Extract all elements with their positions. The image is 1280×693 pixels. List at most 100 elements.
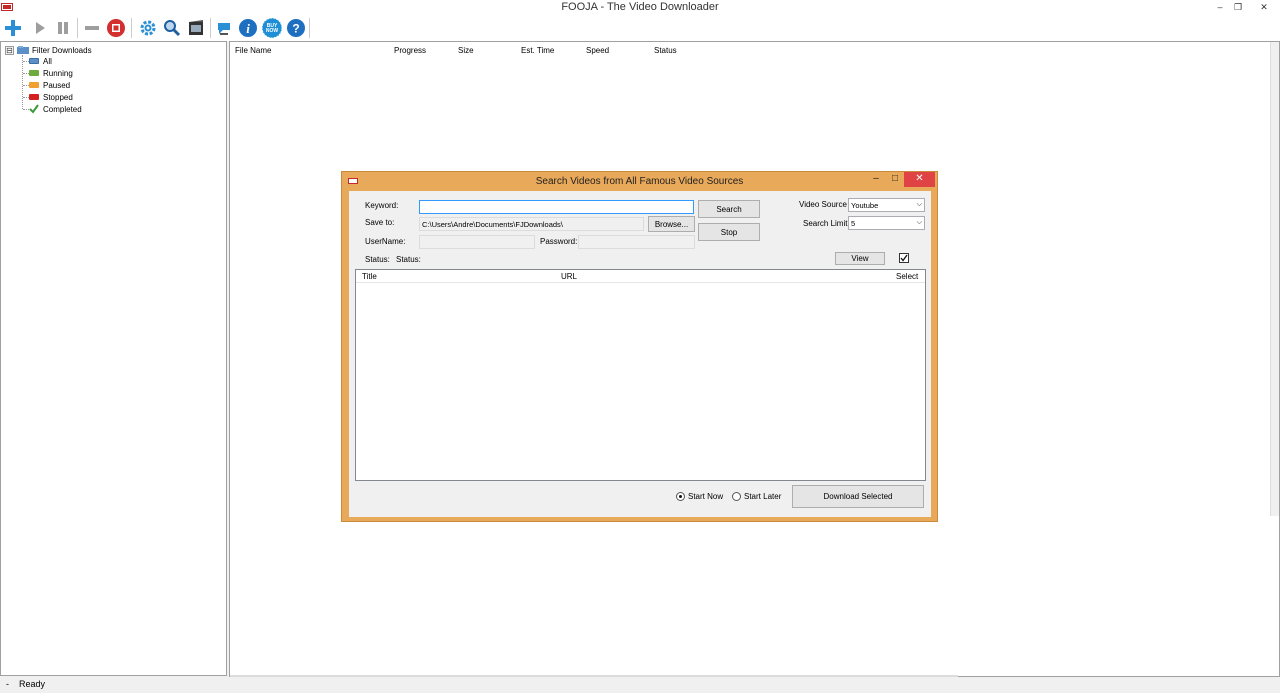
feedback-button[interactable] <box>213 17 235 39</box>
help-icon: ? <box>287 19 305 37</box>
network-folder-icon <box>17 45 29 54</box>
stopped-icon <box>29 94 39 100</box>
tree-item-label: Running <box>43 68 73 78</box>
svg-text:i: i <box>246 21 250 36</box>
tree-collapse-icon[interactable]: ⊟ <box>5 45 14 55</box>
window-titlebar: FOOJA - The Video Downloader – ❐ ✕ <box>0 0 1280 15</box>
start-later-radio[interactable] <box>732 492 741 501</box>
play-icon <box>36 22 45 34</box>
tree-item-completed[interactable]: Completed <box>29 103 82 115</box>
add-download-button[interactable] <box>2 17 24 39</box>
checkmark-icon <box>29 104 39 114</box>
column-header-speed[interactable]: Speed <box>586 46 609 55</box>
keyword-input[interactable] <box>419 200 694 214</box>
settings-button[interactable] <box>137 17 159 39</box>
username-field[interactable] <box>419 235 535 249</box>
pause-icon <box>58 22 68 34</box>
gear-icon <box>140 20 156 36</box>
tree-item-running[interactable]: Running <box>29 67 73 79</box>
toolbar-separator <box>131 18 132 38</box>
header-divider <box>356 282 925 283</box>
save-to-field: C:\Users\Andre\Documents\FJDownloads\ <box>419 217 644 231</box>
column-header-select[interactable]: Select <box>896 272 918 281</box>
dialog-body: Keyword: Save to: C:\Users\Andre\Documen… <box>349 191 931 517</box>
about-button[interactable]: i <box>237 17 259 39</box>
tree-item-all[interactable]: All <box>29 55 52 67</box>
dialog-close-button[interactable]: ✕ <box>904 172 935 187</box>
dialog-titlebar[interactable]: Search Videos from All Famous Video Sour… <box>342 172 937 191</box>
toolbar-separator <box>77 18 78 38</box>
start-now-label[interactable]: Start Now <box>688 492 723 501</box>
checkmark-icon <box>900 254 908 262</box>
magnifier-icon <box>164 20 181 37</box>
status-value: Status: <box>396 255 421 264</box>
filter-tree-panel: ⊟ Filter Downloads All Running Paused St… <box>0 41 227 676</box>
tree-item-stopped[interactable]: Stopped <box>29 91 73 103</box>
paused-icon <box>29 82 39 88</box>
download-selected-button[interactable]: Download Selected <box>792 485 924 508</box>
search-limit-value: 5 <box>851 219 856 228</box>
all-downloads-icon <box>29 58 39 64</box>
column-header-url[interactable]: URL <box>561 272 577 281</box>
film-icon <box>189 20 203 35</box>
column-header-file-name[interactable]: File Name <box>235 46 271 55</box>
view-checkbox[interactable] <box>899 253 909 263</box>
toolbar-separator <box>210 18 211 38</box>
status-label: Status: <box>365 255 390 264</box>
username-label: UserName: <box>365 237 406 246</box>
tree-root-label: Filter Downloads <box>32 45 92 55</box>
tree-connector <box>22 55 23 109</box>
close-button[interactable]: ✕ <box>1255 0 1273 14</box>
tree-item-paused[interactable]: Paused <box>29 79 70 91</box>
search-limit-label: Search Limit <box>803 219 848 228</box>
tree-item-label: Paused <box>43 80 71 90</box>
stop-button[interactable] <box>105 17 127 39</box>
tree-item-label: Completed <box>43 104 82 114</box>
view-button[interactable]: View <box>835 252 885 265</box>
chevron-down-icon: ⌵ <box>916 219 922 226</box>
search-button[interactable]: Search <box>698 200 760 218</box>
tree-item-label: All <box>43 56 52 66</box>
svg-text:NOW: NOW <box>266 28 279 34</box>
search-limit-select[interactable]: 5 ⌵ <box>848 216 925 230</box>
svg-text:?: ? <box>292 22 299 36</box>
window-title: FOOJA - The Video Downloader <box>561 1 719 13</box>
info-icon: i <box>239 19 257 37</box>
stop-icon <box>107 19 125 37</box>
vertical-scrollbar[interactable] <box>1270 42 1279 516</box>
buy-now-badge-icon: BUYNOW <box>261 17 283 39</box>
dialog-title: Search Videos from All Famous Video Sour… <box>535 176 744 187</box>
chat-icon <box>218 23 230 35</box>
help-button[interactable]: ? <box>285 17 307 39</box>
column-header-size[interactable]: Size <box>458 46 474 55</box>
buy-now-button[interactable]: BUY NOW <box>261 17 283 39</box>
running-icon <box>29 70 39 76</box>
video-source-select[interactable]: Youtube ⌵ <box>848 198 925 212</box>
toolbar-separator <box>309 18 310 38</box>
pause-button[interactable] <box>52 17 74 39</box>
dialog-minimize-button[interactable]: – <box>869 172 883 187</box>
search-videos-dialog: Search Videos from All Famous Video Sour… <box>341 171 938 522</box>
password-label: Password: <box>540 237 578 246</box>
column-header-progress[interactable]: Progress <box>394 46 426 55</box>
stop-search-button[interactable]: Stop <box>698 223 760 241</box>
password-field[interactable] <box>578 235 695 249</box>
browse-button[interactable]: Browse... <box>648 216 695 232</box>
column-header-est-time[interactable]: Est. Time <box>521 46 554 55</box>
video-source-value: Youtube <box>851 201 879 210</box>
dialog-maximize-button[interactable]: □ <box>888 172 902 187</box>
resume-button[interactable] <box>29 17 51 39</box>
remove-button[interactable] <box>81 17 103 39</box>
chevron-down-icon: ⌵ <box>916 201 922 208</box>
search-button[interactable] <box>161 17 183 39</box>
plus-icon <box>5 20 21 36</box>
restore-button[interactable]: ❐ <box>1229 0 1247 14</box>
minimize-button[interactable]: – <box>1211 0 1229 14</box>
toolbar: i BUY NOW ? <box>0 15 1280 41</box>
column-header-title[interactable]: Title <box>362 272 377 281</box>
start-now-radio[interactable] <box>676 492 685 501</box>
start-later-label[interactable]: Start Later <box>744 492 781 501</box>
search-results-list[interactable]: Title URL Select <box>355 269 926 481</box>
video-button[interactable] <box>185 17 207 39</box>
column-header-status[interactable]: Status <box>654 46 677 55</box>
